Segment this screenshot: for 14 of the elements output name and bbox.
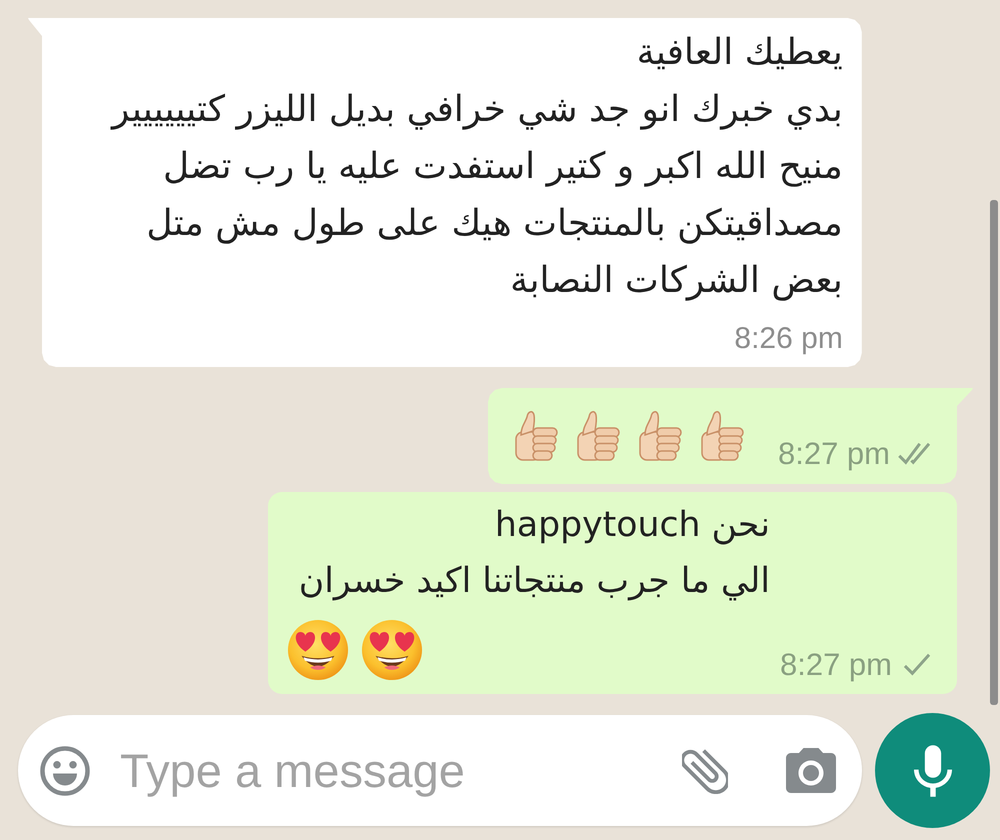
message-bar[interactable]: Type a message xyxy=(18,715,862,826)
paperclip-icon[interactable] xyxy=(682,748,728,794)
timestamp: 8:26 pm xyxy=(734,323,843,355)
emoji-icon[interactable] xyxy=(40,746,90,796)
microphone-icon xyxy=(914,744,952,796)
message-text: يعطيك العافية بدي خبرك انو جد شي خرافي بديل الليزر كتيييييير منيح الله اكبر و كتير استفدت عليه يا رب تضل مصداقيتكن بالمنتجات هيك على طول مش متل بعض الشركات النصابة xyxy=(112,31,843,303)
timestamp: 8:27 pm xyxy=(778,438,890,470)
heart-eyes-emoji-icon xyxy=(360,619,423,681)
message-text: نحن happytouch الي ما جرب منتجاتنا اكيد خسران xyxy=(298,504,770,603)
timestamp: 8:27 pm xyxy=(780,649,892,681)
message-input[interactable]: Type a message xyxy=(120,738,662,802)
scrollbar-thumb[interactable] xyxy=(990,200,998,705)
camera-icon[interactable] xyxy=(786,748,836,793)
heart-eyes-emoji-icon xyxy=(286,619,349,681)
